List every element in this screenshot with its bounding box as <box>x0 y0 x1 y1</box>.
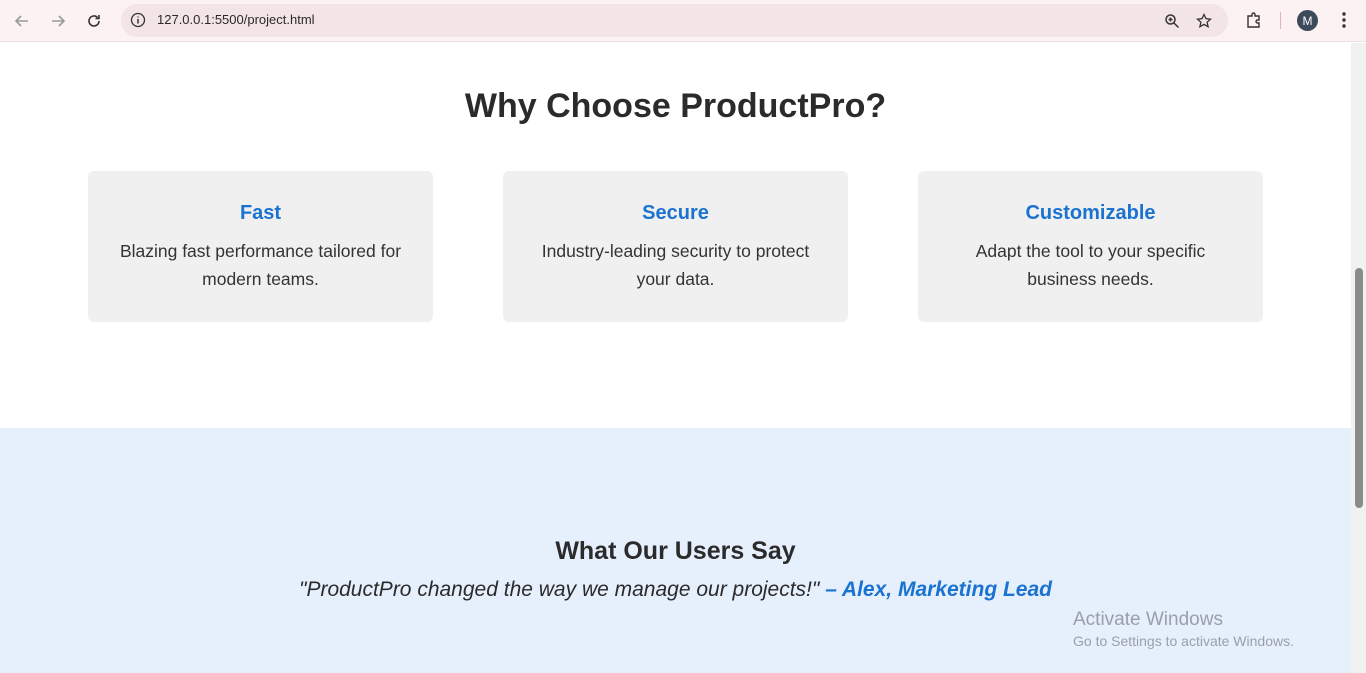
feature-card-title: Customizable <box>1025 202 1156 224</box>
reload-icon[interactable] <box>81 8 107 34</box>
forward-icon[interactable] <box>45 8 71 34</box>
feature-card-text: Adapt the tool to your specific business… <box>975 241 1206 289</box>
scrollbar-thumb[interactable] <box>1355 268 1363 508</box>
activate-windows-watermark: Activate Windows Go to Settings to activ… <box>1073 609 1294 649</box>
testimonial-quote: "ProductPro changed the way we manage ou… <box>0 578 1351 602</box>
avatar[interactable]: M <box>1297 10 1318 31</box>
zoom-icon[interactable] <box>1162 11 1182 31</box>
feature-card-fast: Fast Blazing fast performance tailored f… <box>88 171 433 322</box>
vertical-scrollbar[interactable] <box>1351 43 1366 673</box>
star-icon[interactable] <box>1194 11 1214 31</box>
info-icon[interactable] <box>129 11 147 29</box>
feature-card-title: Secure <box>642 202 709 224</box>
feature-card-secure: Secure Industry-leading security to prot… <box>503 171 848 322</box>
menu-icon[interactable] <box>1333 9 1355 31</box>
feature-card-customizable: Customizable Adapt the tool to your spec… <box>918 171 1263 322</box>
watermark-title: Activate Windows <box>1073 609 1223 630</box>
features-section: Why Choose ProductPro? Fast Blazing fast… <box>0 43 1351 428</box>
testimonials-title: What Our Users Say <box>555 537 796 565</box>
feature-card-title: Fast <box>239 202 282 224</box>
feature-card-text: Industry-leading security to protect you… <box>541 241 810 289</box>
extensions-icon[interactable] <box>1243 9 1265 31</box>
toolbar-divider <box>1280 12 1281 29</box>
feature-card-text: Blazing fast performance tailored for mo… <box>119 241 402 289</box>
page-content: Why Choose ProductPro? Fast Blazing fast… <box>0 43 1351 673</box>
address-bar[interactable]: 127.0.0.1:5500/project.html <box>121 4 1228 37</box>
url-text[interactable]: 127.0.0.1:5500/project.html <box>157 12 315 27</box>
watermark-subtitle: Go to Settings to activate Windows. <box>1073 633 1294 649</box>
quote-text: "ProductPro changed the way we manage ou… <box>298 578 820 601</box>
browser-toolbar: 127.0.0.1:5500/project.html M <box>0 0 1366 42</box>
quote-author: – Alex, Marketing Lead <box>819 578 1052 601</box>
features-title: Why Choose ProductPro? <box>464 87 887 125</box>
back-icon[interactable] <box>9 8 35 34</box>
